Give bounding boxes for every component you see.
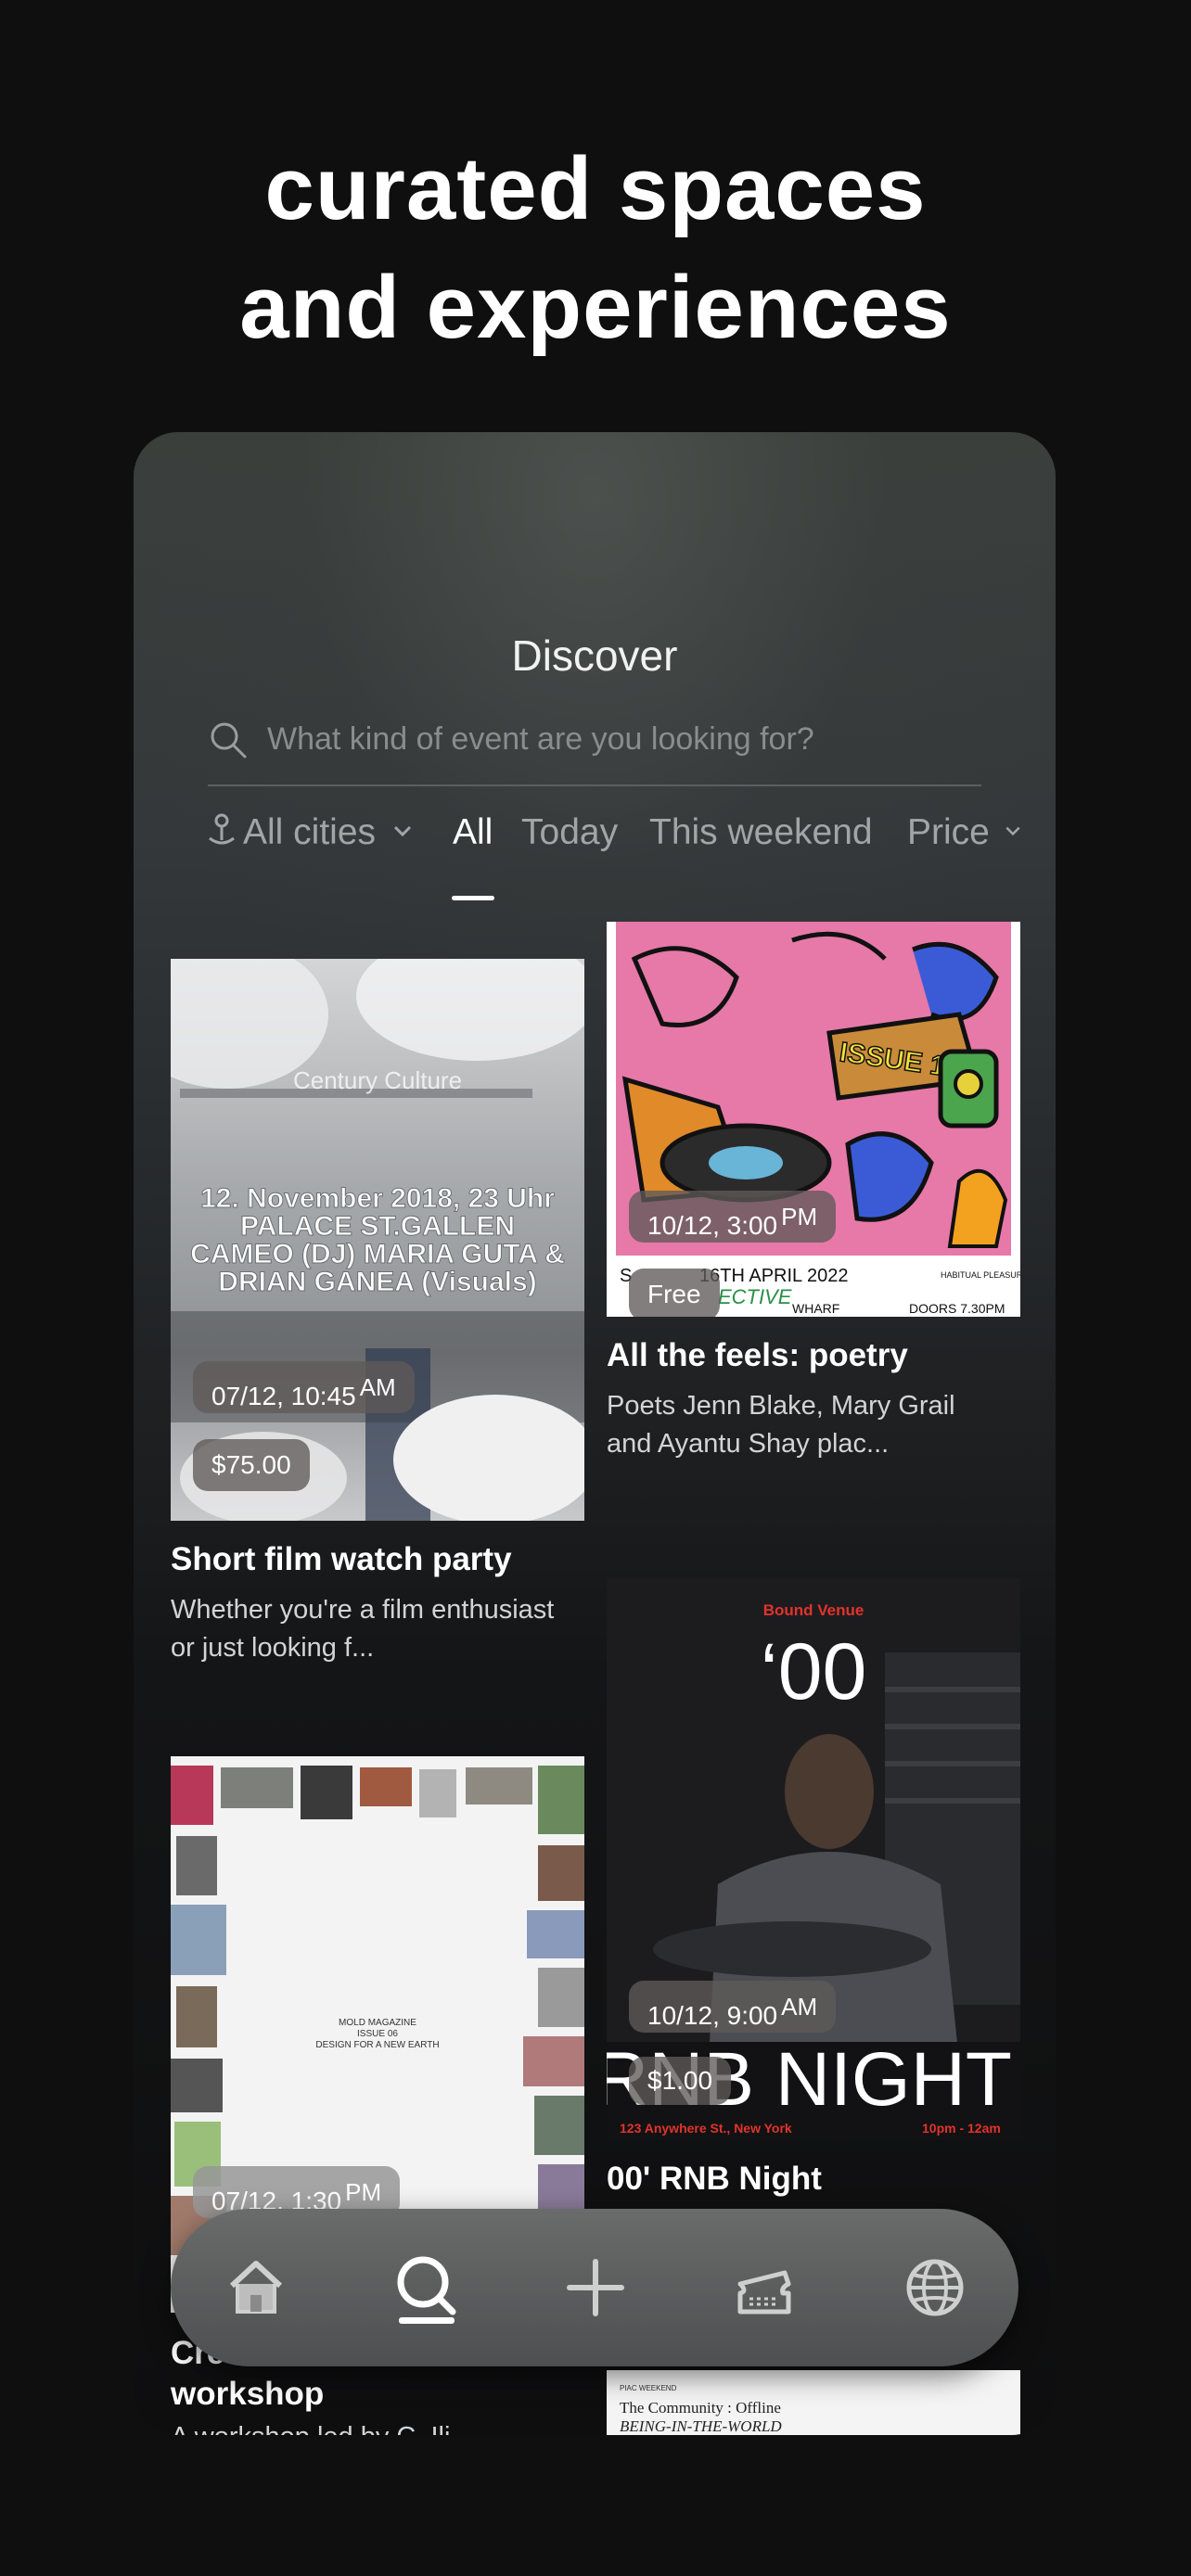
poster-text-2: 12. November 2018, 23 Uhr bbox=[200, 1183, 555, 1214]
filter-price[interactable]: Price bbox=[907, 812, 1022, 853]
location-pin-icon bbox=[209, 813, 235, 845]
active-filter-underline bbox=[452, 896, 494, 900]
poster-text-3: BEING-IN-THE-WORLD bbox=[620, 2417, 782, 2435]
poster-text-5: ECTIVE bbox=[718, 1285, 792, 1308]
event-description: Poets Jenn Blake, Mary Grail and Ayantu … bbox=[607, 1391, 955, 1459]
event-date-pill: 07/12, 10:45 AM bbox=[193, 1361, 415, 1413]
home-icon bbox=[229, 2261, 283, 2314]
event-card-image[interactable]: PIAC WEEKEND The Community : Offline BEI… bbox=[607, 2370, 1020, 2435]
nav-explore[interactable] bbox=[898, 2251, 972, 2325]
event-price-pill: $75.00 bbox=[193, 1439, 310, 1491]
globe-icon bbox=[906, 2259, 964, 2316]
filter-today[interactable]: Today bbox=[521, 812, 618, 853]
poster-text-5: DRIAN GANEA (Visuals) bbox=[218, 1267, 536, 1297]
event-ampm: AM bbox=[781, 1993, 818, 2021]
poster-text-3: DESIGN FOR A NEW EARTH bbox=[315, 2040, 439, 2050]
poster-text-4: 123 Anywhere St., New York bbox=[620, 2121, 792, 2136]
event-poster-art: Century Culture 12. November 2018, 23 Uh… bbox=[171, 959, 584, 1521]
poster-text-4: CAMEO (DJ) MARIA GUTA & bbox=[190, 1239, 565, 1269]
headline-line-1: curated spaces bbox=[264, 139, 927, 238]
ticket-icon bbox=[737, 2270, 791, 2315]
poster-text-3: PALACE ST.GALLEN bbox=[240, 1211, 515, 1242]
event-ampm: PM bbox=[781, 1203, 818, 1231]
event-card-image[interactable]: Century Culture 12. November 2018, 23 Uh… bbox=[171, 959, 584, 1521]
poster-text-2: ISSUE 06 bbox=[357, 2029, 398, 2039]
event-ampm: PM bbox=[345, 2178, 382, 2206]
poster-text-4: HABITUAL PLEASURES UNOFFICIAL AFTER PART… bbox=[941, 1270, 1020, 1280]
event-date-pill: 10/12, 3:00 PM bbox=[629, 1191, 837, 1243]
chevron-down-icon bbox=[393, 825, 411, 837]
filter-this-weekend[interactable]: This weekend bbox=[649, 812, 873, 853]
event-ampm: AM bbox=[359, 1373, 396, 1401]
event-card-image[interactable]: ISSUE 11 S 16TH APRIL 2022 HABITUAL PLEA… bbox=[607, 922, 1020, 1317]
poster-text-3: 16TH APRIL 2022 bbox=[699, 1266, 848, 1286]
headline: curated spaces and experiences bbox=[0, 130, 1191, 367]
filter-price-label: Price bbox=[907, 812, 990, 852]
poster-text-1: Bound Venue bbox=[763, 1601, 864, 1619]
headline-line-2: and experiences bbox=[239, 258, 952, 357]
event-title-line-2[interactable]: workshop bbox=[171, 2376, 324, 2413]
poster-text-2: ‘00 bbox=[761, 1627, 867, 1716]
event-title[interactable]: Short film watch party bbox=[171, 1541, 512, 1578]
nav-tickets[interactable] bbox=[727, 2251, 801, 2325]
event-price-pill: Free bbox=[629, 1269, 720, 1317]
filter-all[interactable]: All bbox=[453, 812, 493, 853]
event-description: A workshop led by C. Ili... bbox=[171, 2418, 560, 2435]
event-poster-art: ISSUE 11 S 16TH APRIL 2022 HABITUAL PLEA… bbox=[607, 922, 1020, 1317]
search-bar[interactable]: What kind of event are you looking for? bbox=[208, 710, 981, 786]
event-title[interactable]: All the feels: poetry bbox=[607, 1337, 908, 1374]
bottom-navigation bbox=[171, 2209, 1018, 2366]
event-date: 10/12, 9:00 bbox=[647, 2001, 778, 2030]
poster-text-6: WHARF bbox=[792, 1301, 839, 1316]
poster-text-5: 10pm - 12am bbox=[922, 2121, 1001, 2136]
event-title[interactable]: 00' RNB Night bbox=[607, 2161, 822, 2198]
filter-bar: All cities All Today This weekend Price bbox=[206, 812, 1056, 900]
nav-search[interactable] bbox=[390, 2251, 464, 2325]
nav-create[interactable] bbox=[558, 2251, 633, 2325]
search-icon bbox=[211, 722, 247, 759]
event-description: Whether you're a film enthusiast or just… bbox=[171, 1595, 555, 1663]
search-input[interactable]: What kind of event are you looking for? bbox=[267, 721, 814, 758]
event-date-pill: 10/12, 9:00 AM bbox=[629, 1981, 837, 2033]
event-price-pill: $1.00 bbox=[629, 2057, 732, 2105]
poster-text-1: MOLD MAGAZINE bbox=[339, 2018, 416, 2028]
filter-all-cities-label: All cities bbox=[243, 812, 377, 852]
event-date: 10/12, 3:00 bbox=[647, 1211, 778, 1240]
poster-text-7: DOORS 7.30PM bbox=[909, 1301, 1005, 1316]
event-card-image[interactable]: Bound Venue ‘00 RNB NIGHT 123 Anywhere S… bbox=[607, 1578, 1020, 2140]
plus-icon bbox=[567, 2259, 624, 2316]
event-poster-art: PIAC WEEKEND The Community : Offline BEI… bbox=[620, 2384, 782, 2435]
poster-text-1: Century Culture bbox=[293, 1066, 462, 1094]
poster-text-2: The Community : Offline bbox=[620, 2399, 781, 2417]
filter-all-cities[interactable]: All cities bbox=[206, 812, 414, 853]
nav-home[interactable] bbox=[219, 2251, 293, 2325]
poster-text-1: PIAC WEEKEND bbox=[620, 2384, 677, 2392]
search-icon bbox=[397, 2256, 456, 2324]
chevron-down-icon bbox=[1005, 826, 1020, 836]
phone-screen: Discover What kind of event are you look… bbox=[134, 432, 1056, 2435]
page-title: Discover bbox=[511, 631, 678, 680]
event-date: 07/12, 10:45 bbox=[211, 1382, 356, 1410]
